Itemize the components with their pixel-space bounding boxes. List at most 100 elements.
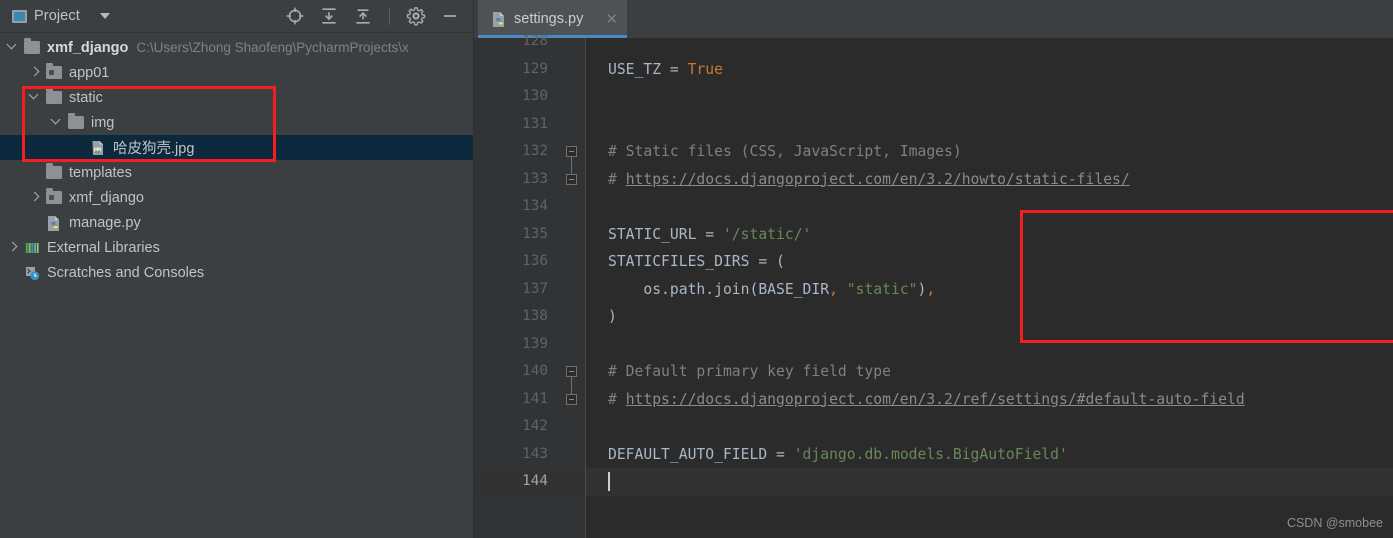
code-line[interactable]: USE_TZ = True (608, 56, 723, 84)
collapse-all-icon[interactable] (353, 6, 373, 26)
tree-row[interactable]: Scratches and Consoles (0, 260, 474, 285)
chevron-right-icon[interactable] (8, 242, 19, 253)
project-panel-header: Project (0, 0, 474, 33)
line-number[interactable]: 141 (522, 386, 548, 414)
code-token: '/static/' (722, 225, 812, 243)
code-content[interactable]: USE_TZ = True # Static files (CSS, JavaSc… (586, 38, 1393, 538)
line-number[interactable]: 129 (522, 56, 548, 84)
line-number[interactable]: 144 (522, 468, 548, 496)
line-number[interactable]: 132 (522, 138, 548, 166)
code-token: True (687, 60, 723, 78)
python-file-icon (48, 215, 59, 231)
project-window-icon (12, 9, 27, 23)
code-fold-strip[interactable] (560, 38, 586, 538)
external-libraries-icon (25, 242, 39, 253)
code-token: , (926, 280, 936, 298)
project-tree[interactable]: xmf_django C:\Users\Zhong Shaofeng\Pychar… (0, 33, 474, 285)
line-number[interactable]: 130 (522, 83, 548, 111)
project-panel-title: Project (34, 8, 80, 24)
tree-row-label: Scratches and Consoles (47, 264, 205, 281)
project-panel-title-group[interactable]: Project (0, 8, 110, 24)
line-number-gutter: 128 129 130 131 132 133 134 135 136 137 138 139 140 1… (474, 33, 560, 538)
chevron-down-icon[interactable] (8, 42, 19, 53)
line-number[interactable]: 134 (522, 193, 548, 221)
chevron-down-icon[interactable] (99, 13, 110, 19)
tree-row-path: C:\Users\Zhong Shaofeng\PycharmProjects\… (136, 40, 409, 55)
code-token: , (829, 280, 838, 298)
tree-row[interactable]: manage.py (0, 210, 474, 235)
tab-label: settings.py (514, 11, 584, 27)
line-number[interactable]: 143 (522, 441, 548, 469)
project-panel-toolbar (285, 6, 474, 26)
gear-icon[interactable] (406, 6, 426, 26)
line-number[interactable]: 137 (522, 276, 548, 304)
close-icon[interactable]: ✕ (605, 12, 618, 27)
tree-row[interactable]: External Libraries (0, 235, 474, 260)
chevron-right-icon[interactable] (30, 67, 41, 78)
tab-settings-py[interactable]: settings.py ✕ (478, 0, 627, 38)
line-number[interactable]: 139 (522, 331, 548, 359)
scratches-icon (26, 266, 40, 280)
code-line[interactable]: ) (608, 303, 617, 331)
tree-row-label: templates (69, 164, 132, 181)
line-number[interactable]: 140 (522, 358, 548, 386)
line-number[interactable]: 131 (522, 111, 548, 139)
code-token: 'django.db.models.BigAutoField' (793, 445, 1068, 463)
tree-row[interactable]: templates (0, 160, 474, 185)
code-line[interactable]: # Static files (CSS, JavaScript, Images) (608, 138, 962, 166)
chevron-down-icon[interactable] (30, 92, 41, 103)
fold-marker-icon[interactable] (566, 146, 577, 162)
fold-marker-icon[interactable] (566, 388, 577, 405)
folder-icon (68, 113, 84, 129)
image-file-icon (92, 140, 103, 155)
code-line[interactable]: # https://docs.djangoproject.com/en/3.2/… (608, 166, 1130, 194)
code-line[interactable]: STATIC_URL = '/static/' (608, 221, 811, 249)
tree-row[interactable]: 哈皮狗壳.jpg (0, 135, 474, 160)
line-number[interactable]: 138 (522, 303, 548, 331)
line-number[interactable]: 133 (522, 166, 548, 194)
folder-icon (46, 163, 62, 179)
code-line[interactable]: DEFAULT_AUTO_FIELD = 'django.db.models.B… (608, 441, 1068, 469)
active-line-highlight (586, 468, 1393, 496)
code-line[interactable]: # https://docs.djangoproject.com/en/3.2/… (608, 386, 1245, 414)
code-line[interactable]: # Default primary key field type (608, 358, 891, 386)
line-number[interactable]: 135 (522, 221, 548, 249)
code-token: ) (608, 308, 617, 325)
code-line[interactable]: STATICFILES_DIRS = ( (608, 248, 785, 276)
active-line-highlight (560, 468, 586, 496)
chevron-down-icon[interactable] (52, 117, 63, 128)
code-line[interactable]: os.path.join(BASE_DIR, "static"), (608, 276, 935, 304)
code-token: DEFAULT_AUTO_FIELD = (608, 445, 794, 463)
line-number[interactable]: 128 (522, 28, 548, 56)
code-token: "static" (846, 280, 918, 298)
code-token: https://docs.djangoproject.com/en/3.2/re… (625, 390, 1245, 408)
expand-all-icon[interactable] (319, 6, 339, 26)
folder-module-icon (46, 63, 62, 79)
python-file-icon (493, 11, 504, 27)
locate-target-icon[interactable] (285, 6, 305, 26)
folder-icon (24, 38, 40, 54)
tree-row[interactable]: img (0, 110, 474, 135)
tree-row[interactable]: static (0, 85, 474, 110)
tree-row-label: manage.py (69, 214, 141, 231)
minimize-icon[interactable] (440, 6, 460, 26)
code-token: USE_TZ = (608, 60, 688, 78)
code-token: # Default primary key field type (608, 363, 891, 380)
code-editor[interactable]: 128 129 130 131 132 133 134 135 136 137 138 139 140 1… (474, 33, 1393, 538)
tree-row[interactable]: app01 (0, 60, 474, 85)
tree-row-label: app01 (69, 64, 110, 81)
tree-row[interactable]: xmf_django C:\Users\Zhong Shaofeng\Pychar… (0, 35, 474, 60)
line-number[interactable]: 136 (522, 248, 548, 276)
chevron-right-icon[interactable] (30, 192, 41, 203)
fold-marker-icon[interactable] (566, 366, 577, 382)
tree-row-label: img (91, 114, 115, 131)
tree-row-label: External Libraries (47, 239, 160, 256)
fold-marker-icon[interactable] (566, 168, 577, 185)
line-number[interactable]: 142 (522, 413, 548, 441)
text-caret (608, 472, 610, 491)
tree-row[interactable]: xmf_django (0, 185, 474, 210)
